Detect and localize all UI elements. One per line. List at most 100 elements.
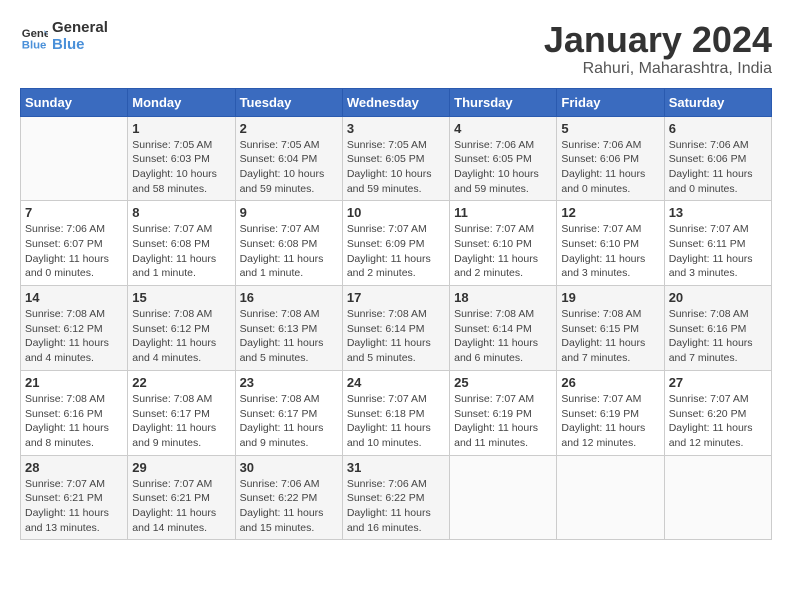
day-info: Sunrise: 7:07 AM Sunset: 6:11 PM Dayligh… xyxy=(669,222,767,281)
day-number: 20 xyxy=(669,290,767,305)
calendar-cell: 6Sunrise: 7:06 AM Sunset: 6:06 PM Daylig… xyxy=(664,116,771,201)
day-number: 26 xyxy=(561,375,659,390)
calendar-cell: 11 Sunrise: 7:07 AM Sunset: 6:10 PM Dayli… xyxy=(450,201,557,286)
day-info: Sunrise: 7:05 AM Sunset: 6:05 PM Dayligh… xyxy=(347,138,445,197)
day-info: Sunrise: 7:08 AM Sunset: 6:14 PM Dayligh… xyxy=(347,307,445,366)
calendar-cell: 12 Sunrise: 7:07 AM Sunset: 6:10 PM Dayli… xyxy=(557,201,664,286)
day-info: Sunrise: 7:08 AM Sunset: 6:17 PM Dayligh… xyxy=(240,392,338,451)
calendar-cell xyxy=(557,455,664,540)
day-info: Sunrise: 7:07 AM Sunset: 6:21 PM Dayligh… xyxy=(132,477,230,536)
weekday-header: Thursday xyxy=(450,88,557,116)
day-number: 19 xyxy=(561,290,659,305)
day-info: Sunrise: 7:07 AM Sunset: 6:08 PM Dayligh… xyxy=(132,222,230,281)
calendar-week-row: 21 Sunrise: 7:08 AM Sunset: 6:16 PM Dayli… xyxy=(21,370,772,455)
calendar-cell: 25Sunrise: 7:07 AM Sunset: 6:19 PM Dayli… xyxy=(450,370,557,455)
calendar-table: SundayMondayTuesdayWednesdayThursdayFrid… xyxy=(20,88,772,541)
calendar-cell: 19 Sunrise: 7:08 AM Sunset: 6:15 PM Dayli… xyxy=(557,286,664,371)
logo-icon: General Blue xyxy=(20,23,48,51)
day-number: 13 xyxy=(669,205,767,220)
calendar-header-row: SundayMondayTuesdayWednesdayThursdayFrid… xyxy=(21,88,772,116)
day-number: 1 xyxy=(132,121,230,136)
day-number: 12 xyxy=(561,205,659,220)
day-number: 29 xyxy=(132,460,230,475)
calendar-cell: 23 Sunrise: 7:08 AM Sunset: 6:17 PM Dayli… xyxy=(235,370,342,455)
weekday-header: Friday xyxy=(557,88,664,116)
calendar-cell: 21 Sunrise: 7:08 AM Sunset: 6:16 PM Dayli… xyxy=(21,370,128,455)
day-info: Sunrise: 7:07 AM Sunset: 6:10 PM Dayligh… xyxy=(454,222,552,281)
day-info: Sunrise: 7:07 AM Sunset: 6:20 PM Dayligh… xyxy=(669,392,767,451)
day-number: 10 xyxy=(347,205,445,220)
day-number: 17 xyxy=(347,290,445,305)
calendar-week-row: 7 Sunrise: 7:06 AM Sunset: 6:07 PM Daylig… xyxy=(21,201,772,286)
day-number: 2 xyxy=(240,121,338,136)
calendar-cell: 8 Sunrise: 7:07 AM Sunset: 6:08 PM Daylig… xyxy=(128,201,235,286)
svg-text:Blue: Blue xyxy=(22,39,47,51)
calendar-week-row: 14Sunrise: 7:08 AM Sunset: 6:12 PM Dayli… xyxy=(21,286,772,371)
calendar-cell: 15Sunrise: 7:08 AM Sunset: 6:12 PM Dayli… xyxy=(128,286,235,371)
location-subtitle: Rahuri, Maharashtra, India xyxy=(544,60,772,78)
calendar-cell: 7 Sunrise: 7:06 AM Sunset: 6:07 PM Daylig… xyxy=(21,201,128,286)
day-info: Sunrise: 7:08 AM Sunset: 6:16 PM Dayligh… xyxy=(25,392,123,451)
calendar-cell: 26 Sunrise: 7:07 AM Sunset: 6:19 PM Dayli… xyxy=(557,370,664,455)
day-number: 3 xyxy=(347,121,445,136)
weekday-header: Sunday xyxy=(21,88,128,116)
calendar-cell: 16Sunrise: 7:08 AM Sunset: 6:13 PM Dayli… xyxy=(235,286,342,371)
calendar-cell: 18 Sunrise: 7:08 AM Sunset: 6:14 PM Dayli… xyxy=(450,286,557,371)
logo-line2: Blue xyxy=(52,37,108,54)
calendar-cell: 27 Sunrise: 7:07 AM Sunset: 6:20 PM Dayli… xyxy=(664,370,771,455)
day-info: Sunrise: 7:06 AM Sunset: 6:07 PM Dayligh… xyxy=(25,222,123,281)
day-info: Sunrise: 7:06 AM Sunset: 6:22 PM Dayligh… xyxy=(240,477,338,536)
day-number: 8 xyxy=(132,205,230,220)
day-info: Sunrise: 7:07 AM Sunset: 6:08 PM Dayligh… xyxy=(240,222,338,281)
day-number: 27 xyxy=(669,375,767,390)
title-block: January 2024 Rahuri, Maharashtra, India xyxy=(544,20,772,78)
calendar-cell: 24Sunrise: 7:07 AM Sunset: 6:18 PM Dayli… xyxy=(342,370,449,455)
calendar-cell: 20Sunrise: 7:08 AM Sunset: 6:16 PM Dayli… xyxy=(664,286,771,371)
day-info: Sunrise: 7:08 AM Sunset: 6:15 PM Dayligh… xyxy=(561,307,659,366)
day-number: 4 xyxy=(454,121,552,136)
day-info: Sunrise: 7:07 AM Sunset: 6:18 PM Dayligh… xyxy=(347,392,445,451)
day-number: 28 xyxy=(25,460,123,475)
day-number: 7 xyxy=(25,205,123,220)
day-info: Sunrise: 7:07 AM Sunset: 6:09 PM Dayligh… xyxy=(347,222,445,281)
day-number: 18 xyxy=(454,290,552,305)
day-number: 5 xyxy=(561,121,659,136)
day-info: Sunrise: 7:07 AM Sunset: 6:10 PM Dayligh… xyxy=(561,222,659,281)
day-number: 23 xyxy=(240,375,338,390)
weekday-header: Monday xyxy=(128,88,235,116)
weekday-header: Tuesday xyxy=(235,88,342,116)
day-info: Sunrise: 7:08 AM Sunset: 6:14 PM Dayligh… xyxy=(454,307,552,366)
day-info: Sunrise: 7:05 AM Sunset: 6:03 PM Dayligh… xyxy=(132,138,230,197)
calendar-cell: 13 Sunrise: 7:07 AM Sunset: 6:11 PM Dayli… xyxy=(664,201,771,286)
day-number: 25 xyxy=(454,375,552,390)
day-number: 30 xyxy=(240,460,338,475)
calendar-cell: 31 Sunrise: 7:06 AM Sunset: 6:22 PM Dayli… xyxy=(342,455,449,540)
month-title: January 2024 xyxy=(544,20,772,60)
weekday-header: Wednesday xyxy=(342,88,449,116)
calendar-cell: 14Sunrise: 7:08 AM Sunset: 6:12 PM Dayli… xyxy=(21,286,128,371)
logo-line1: General xyxy=(52,20,108,37)
calendar-cell: 5Sunrise: 7:06 AM Sunset: 6:06 PM Daylig… xyxy=(557,116,664,201)
calendar-cell: 29 Sunrise: 7:07 AM Sunset: 6:21 PM Dayli… xyxy=(128,455,235,540)
svg-text:General: General xyxy=(22,28,48,40)
calendar-cell xyxy=(664,455,771,540)
day-info: Sunrise: 7:07 AM Sunset: 6:19 PM Dayligh… xyxy=(561,392,659,451)
day-number: 31 xyxy=(347,460,445,475)
day-number: 6 xyxy=(669,121,767,136)
calendar-cell: 17 Sunrise: 7:08 AM Sunset: 6:14 PM Dayli… xyxy=(342,286,449,371)
calendar-cell: 3 Sunrise: 7:05 AM Sunset: 6:05 PM Daylig… xyxy=(342,116,449,201)
day-info: Sunrise: 7:08 AM Sunset: 6:12 PM Dayligh… xyxy=(25,307,123,366)
day-number: 15 xyxy=(132,290,230,305)
logo: General Blue General Blue xyxy=(20,20,108,53)
calendar-cell xyxy=(21,116,128,201)
calendar-cell: 2Sunrise: 7:05 AM Sunset: 6:04 PM Daylig… xyxy=(235,116,342,201)
calendar-cell: 28Sunrise: 7:07 AM Sunset: 6:21 PM Dayli… xyxy=(21,455,128,540)
calendar-cell: 9Sunrise: 7:07 AM Sunset: 6:08 PM Daylig… xyxy=(235,201,342,286)
day-number: 22 xyxy=(132,375,230,390)
day-info: Sunrise: 7:08 AM Sunset: 6:17 PM Dayligh… xyxy=(132,392,230,451)
day-number: 11 xyxy=(454,205,552,220)
calendar-cell: 22 Sunrise: 7:08 AM Sunset: 6:17 PM Dayli… xyxy=(128,370,235,455)
day-info: Sunrise: 7:06 AM Sunset: 6:05 PM Dayligh… xyxy=(454,138,552,197)
day-number: 21 xyxy=(25,375,123,390)
day-info: Sunrise: 7:06 AM Sunset: 6:22 PM Dayligh… xyxy=(347,477,445,536)
